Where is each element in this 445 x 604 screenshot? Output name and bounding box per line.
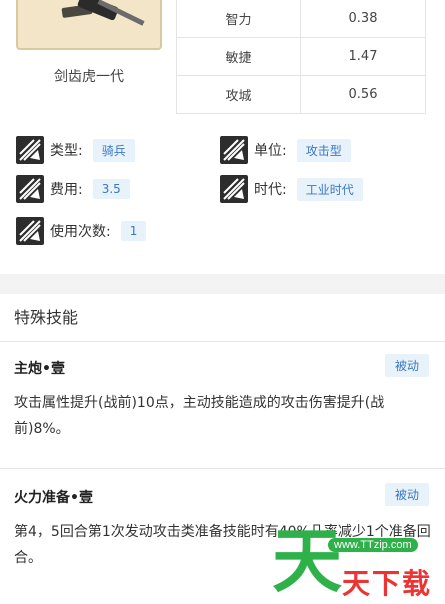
- attribute-era: 时代: 工业时代: [220, 174, 363, 204]
- skill-name: 主炮•壹: [14, 361, 65, 377]
- unit-class-icon: [220, 136, 248, 164]
- attribute-label: 时代:: [254, 182, 287, 198]
- unit-portrait: [16, 0, 162, 50]
- section-title: 特殊技能: [0, 294, 445, 342]
- watermark-text: 天下载: [342, 567, 433, 600]
- attribute-tag: 3.5: [92, 179, 130, 199]
- skill-name: 火力准备•壹: [14, 490, 93, 506]
- attribute-type: 类型: 骑兵: [16, 135, 135, 165]
- unit-class-icon: [16, 136, 44, 164]
- attribute-uses: 使用次数: 1: [16, 216, 147, 246]
- attribute-tag: 骑兵: [92, 138, 135, 162]
- unit-class-icon: [16, 217, 44, 245]
- watermark-url: www.TTzip.com: [328, 538, 418, 552]
- attribute-label: 费用:: [50, 182, 83, 198]
- unit-header: 剑齿虎一代 智力 0.38 敏捷 1.47 攻城 0.56: [0, 0, 445, 122]
- attribute-label: 单位:: [254, 143, 287, 159]
- skill-type-badge: 被动: [384, 483, 429, 506]
- attribute-label: 类型:: [50, 143, 83, 159]
- attribute-label: 使用次数:: [50, 224, 111, 240]
- skill-description: 攻击属性提升(战前)10点，主动技能造成的攻击伤害提升(战前)8%。: [14, 395, 385, 437]
- site-watermark: 天 www.TTzip.com 天下载: [272, 520, 445, 604]
- unit-class-icon: [16, 175, 44, 203]
- stat-label: 敏捷: [176, 37, 301, 76]
- stats-table: 智力 0.38 敏捷 1.47 攻城 0.56: [176, 0, 426, 114]
- attribute-tag: 工业时代: [296, 177, 363, 201]
- stat-value: 0.38: [300, 0, 426, 38]
- attribute-tag: 1: [120, 221, 147, 241]
- unit-class-icon: [220, 175, 248, 203]
- section-divider: [0, 274, 445, 294]
- attribute-cost: 费用: 3.5: [16, 174, 130, 204]
- skill-card: 主炮•壹 被动 攻击属性提升(战前)10点，主动技能造成的攻击伤害提升(战前)8…: [0, 342, 445, 468]
- stat-value: 0.56: [300, 75, 426, 114]
- stat-label: 攻城: [176, 75, 301, 114]
- skill-type-badge: 被动: [384, 354, 429, 377]
- stat-label: 智力: [176, 0, 301, 38]
- table-row: 智力 0.38: [176, 0, 426, 38]
- stat-value: 1.47: [300, 37, 426, 76]
- attribute-tag: 攻击型: [296, 138, 351, 162]
- watermark-logo: 天: [272, 520, 342, 602]
- table-row: 攻城 0.56: [176, 75, 426, 114]
- attribute-unit: 单位: 攻击型: [220, 135, 351, 165]
- unit-name: 剑齿虎一代: [54, 69, 124, 85]
- table-row: 敏捷 1.47: [176, 37, 426, 76]
